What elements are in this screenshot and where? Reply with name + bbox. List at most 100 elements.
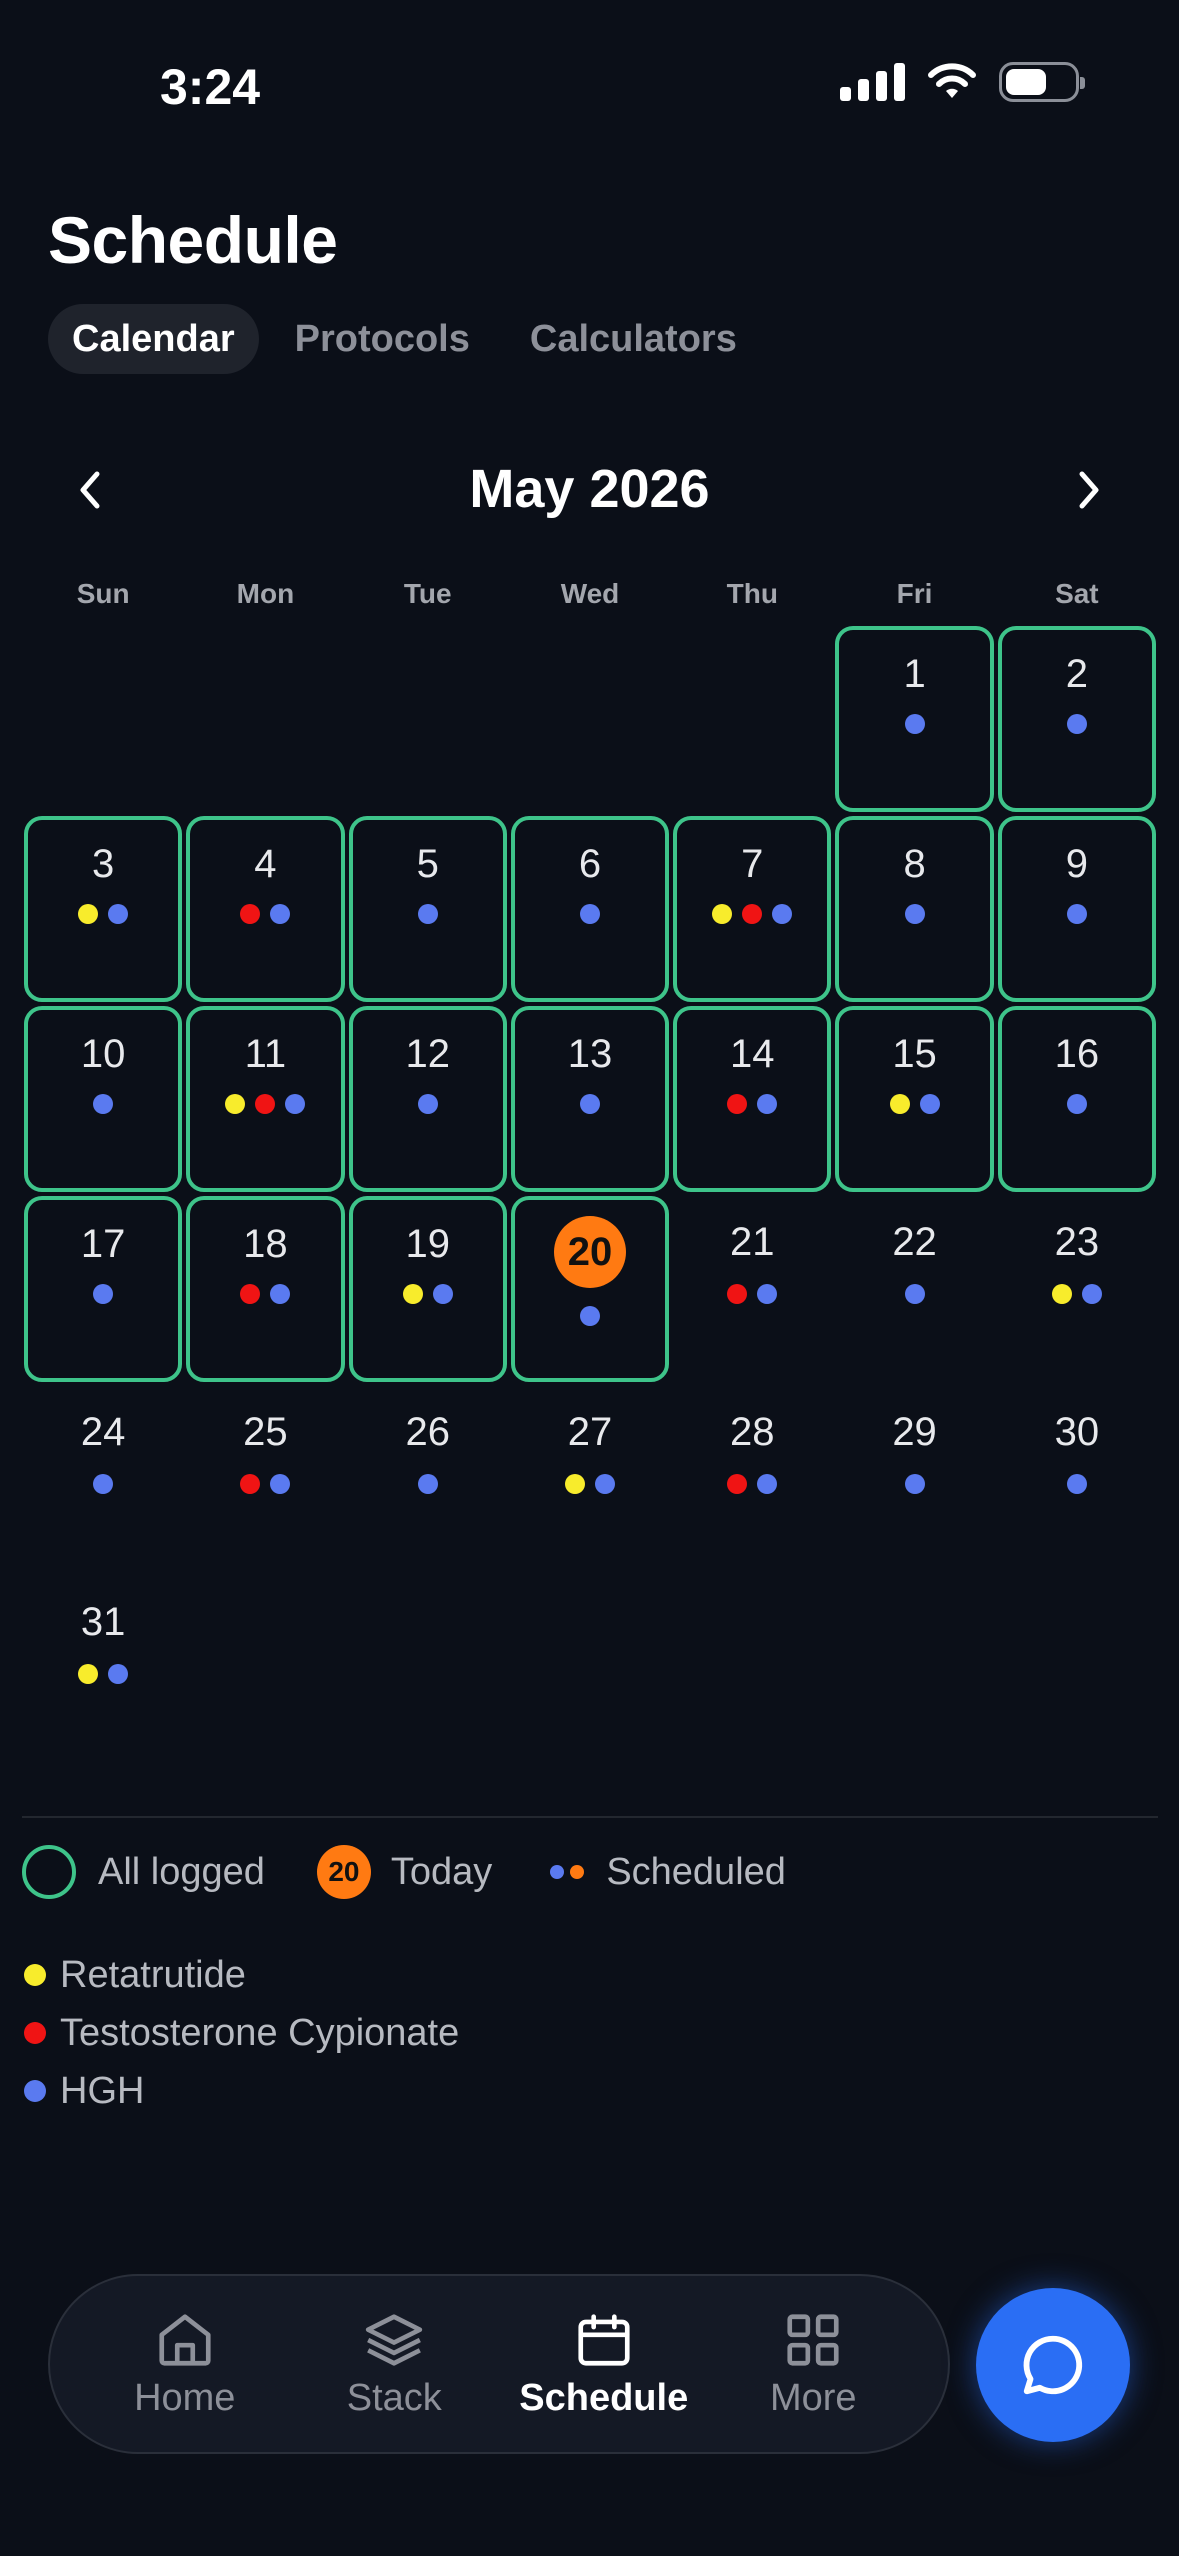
day-number: 11: [184, 1032, 346, 1077]
scheduled-dot: [550, 1865, 565, 1879]
calendar-day-cell[interactable]: 28: [671, 1384, 833, 1574]
tabbar-item-home[interactable]: Home: [85, 2309, 285, 2420]
page-title: Schedule: [48, 203, 338, 277]
dose-dot-retatrutide: [564, 1474, 585, 1494]
calendar-day-cell[interactable]: 29: [833, 1384, 995, 1574]
day-number: 5: [347, 842, 509, 887]
calendar-day-cell[interactable]: 5: [347, 814, 509, 1004]
tabbar-item-more[interactable]: More: [713, 2309, 913, 2420]
day-number-text: 6: [578, 842, 602, 886]
dose-dots: [833, 714, 995, 734]
calendar-day-cell[interactable]: 1: [833, 624, 995, 814]
scheduled-dots-icon: [550, 1865, 585, 1879]
dose-dot-hgh: [1066, 1474, 1087, 1494]
calendar-day-cell[interactable]: 6: [509, 814, 671, 1004]
calendar-day-cell[interactable]: 17: [22, 1194, 184, 1384]
day-number: 1: [833, 652, 995, 697]
day-number-text: 22: [892, 1220, 937, 1264]
calendar-day-cell[interactable]: 2: [996, 624, 1158, 814]
calendar-day-cell[interactable]: 31: [22, 1574, 184, 1764]
calendar-day-cell[interactable]: 27: [509, 1384, 671, 1574]
tabbar-label: Stack: [346, 2376, 442, 2419]
next-month-button[interactable]: [1059, 460, 1119, 520]
dose-dot-testosterone: [240, 1284, 261, 1304]
dose-dot-testosterone: [240, 904, 261, 924]
tabbar-item-schedule[interactable]: Schedule: [504, 2309, 704, 2420]
calendar-day-cell[interactable]: 16: [996, 1004, 1158, 1194]
calendar-day-cell[interactable]: 26: [347, 1384, 509, 1574]
day-number: 9: [996, 842, 1158, 887]
peptide-color-dot: [24, 2022, 46, 2044]
calendar-day-cell[interactable]: 24: [22, 1384, 184, 1574]
day-number-text: 14: [730, 1032, 775, 1076]
dose-dot-hgh: [757, 1284, 778, 1304]
day-number: 25: [184, 1410, 346, 1455]
dose-dot-hgh: [417, 1094, 438, 1114]
calendar-day-cell[interactable]: 22: [833, 1194, 995, 1384]
dose-dot-retatrutide: [78, 904, 99, 924]
calendar-day-cell[interactable]: 21: [671, 1194, 833, 1384]
calendar-day-cell[interactable]: 14: [671, 1004, 833, 1194]
day-number: 22: [833, 1220, 995, 1265]
calendar-day-cell[interactable]: 19: [347, 1194, 509, 1384]
calendar-day-cell[interactable]: 4: [184, 814, 346, 1004]
tab-protocols[interactable]: Protocols: [271, 304, 494, 374]
day-number-text: 3: [92, 842, 115, 886]
day-number-text: 18: [243, 1222, 288, 1266]
day-number: 8: [833, 842, 995, 887]
calendar-day-cell[interactable]: 13: [509, 1004, 671, 1194]
calendar-day-cell[interactable]: 7: [671, 814, 833, 1004]
tabbar-label: More: [769, 2376, 857, 2419]
calendar-empty-cell: [509, 624, 671, 814]
calendar-day-cell[interactable]: 10: [22, 1004, 184, 1194]
bottom-tab-bar: Home Stack Schedule More: [48, 2274, 950, 2454]
day-number: 23: [996, 1220, 1158, 1265]
dose-dot-hgh: [1066, 714, 1087, 734]
dose-dot-hgh: [594, 1474, 615, 1494]
tab-calculators[interactable]: Calculators: [506, 304, 761, 374]
day-number: 20: [509, 1216, 671, 1288]
tabbar-label: Schedule: [519, 2376, 689, 2419]
dose-dot-testosterone: [255, 1094, 276, 1114]
tabbar-item-stack[interactable]: Stack: [294, 2309, 494, 2420]
day-number-text: 26: [405, 1410, 450, 1454]
day-number: 4: [184, 842, 346, 887]
peptide-name: HGH: [60, 2069, 145, 2112]
dose-dots: [996, 1284, 1158, 1304]
dose-dots: [184, 1474, 346, 1494]
layers-icon: [366, 2313, 423, 2366]
day-number: 13: [509, 1032, 671, 1077]
dose-dot-hgh: [757, 1094, 778, 1114]
calendar-day-cell[interactable]: 30: [996, 1384, 1158, 1574]
calendar-day-cell[interactable]: 11: [184, 1004, 346, 1194]
legend-label: All logged: [98, 1850, 265, 1893]
day-number: 16: [996, 1032, 1158, 1077]
dose-dot-hgh: [919, 1094, 940, 1114]
calendar-day-cell[interactable]: 25: [184, 1384, 346, 1574]
logged-ring-icon: [22, 1845, 76, 1899]
calendar-empty-cell: [347, 624, 509, 814]
schedule-screen: 3:24 Schedule Calendar Protocols Calcula…: [0, 0, 1179, 2556]
dose-dot-hgh: [108, 1664, 129, 1684]
day-number-text: 30: [1054, 1410, 1100, 1454]
tab-calendar[interactable]: Calendar: [48, 304, 259, 374]
dose-dot-hgh: [93, 1474, 114, 1494]
calendar-day-cell[interactable]: 20: [509, 1194, 671, 1384]
calendar-day-cell[interactable]: 8: [833, 814, 995, 1004]
calendar-day-cell[interactable]: 3: [22, 814, 184, 1004]
dose-dot-retatrutide: [225, 1094, 246, 1114]
dose-dots: [347, 904, 509, 924]
dose-dot-testosterone: [727, 1474, 748, 1494]
day-number: 31: [22, 1600, 184, 1645]
calendar-day-cell[interactable]: 9: [996, 814, 1158, 1004]
dose-dot-retatrutide: [402, 1284, 423, 1304]
dose-dots: [509, 1474, 671, 1494]
day-number-text: 5: [416, 842, 439, 886]
calendar-day-cell[interactable]: 23: [996, 1194, 1158, 1384]
calendar-day-cell[interactable]: 15: [833, 1004, 995, 1194]
chat-fab-button[interactable]: [976, 2288, 1130, 2442]
calendar-day-cell[interactable]: 12: [347, 1004, 509, 1194]
dose-dot-hgh: [270, 904, 291, 924]
calendar-day-cell[interactable]: 18: [184, 1194, 346, 1384]
status-time: 3:24: [160, 59, 261, 115]
